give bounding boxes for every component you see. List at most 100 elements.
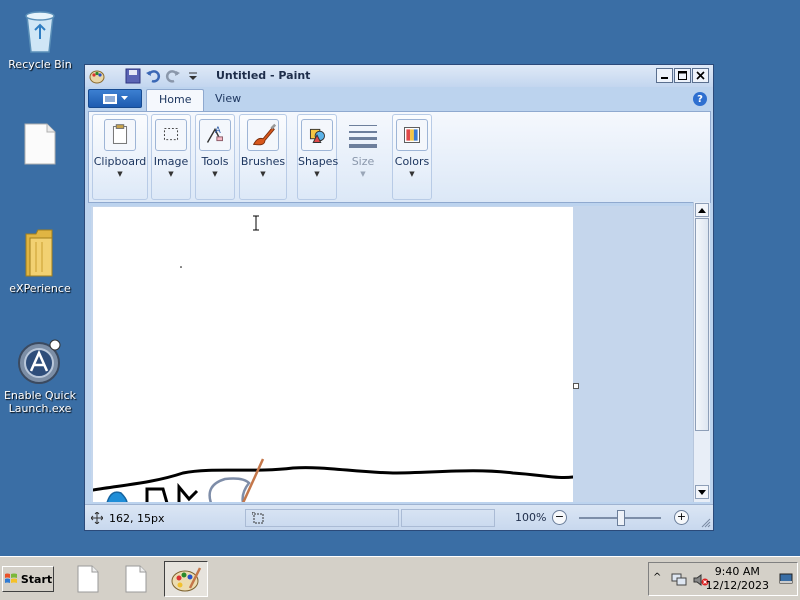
maximize-button[interactable] bbox=[674, 68, 691, 83]
chevron-down-icon: ▼ bbox=[409, 170, 415, 178]
network-icon[interactable] bbox=[671, 573, 687, 587]
chevron-down-icon: ▼ bbox=[212, 170, 218, 178]
taskbar-item-paint[interactable] bbox=[164, 561, 208, 597]
cursor-position: 162, 15px bbox=[109, 511, 165, 525]
qat-customize-icon[interactable] bbox=[185, 68, 201, 84]
paint-menu-button[interactable] bbox=[88, 89, 142, 108]
arrow-up-icon bbox=[698, 207, 706, 213]
move-cursor-icon bbox=[91, 512, 103, 524]
tray-expand-icon[interactable]: ^ bbox=[653, 572, 661, 583]
image-label: Image bbox=[153, 155, 189, 168]
svg-text:A: A bbox=[215, 125, 221, 135]
drawing-canvas[interactable] bbox=[91, 207, 575, 502]
windows-logo-icon bbox=[4, 573, 17, 583]
plus-icon: + bbox=[676, 510, 687, 523]
canvas-resize-handle[interactable] bbox=[573, 383, 579, 389]
close-icon bbox=[696, 71, 705, 80]
zoom-slider-thumb[interactable] bbox=[617, 510, 625, 526]
recycle-bin-icon bbox=[25, 11, 55, 53]
menu-lines-icon bbox=[102, 93, 117, 104]
clipboard-icon bbox=[104, 119, 136, 151]
select-icon bbox=[155, 119, 187, 151]
document-icon bbox=[125, 565, 147, 593]
canvas-drawing bbox=[91, 266, 575, 502]
brush-icon bbox=[247, 119, 279, 151]
taskbar: Start ^ 9:40 AM 12/12/2023 bbox=[0, 556, 800, 600]
minus-icon: − bbox=[554, 510, 565, 523]
colors-group[interactable]: Colors ▼ bbox=[392, 114, 432, 200]
close-button[interactable] bbox=[692, 68, 709, 83]
zoom-level: 100% bbox=[515, 511, 547, 524]
scroll-down-button[interactable] bbox=[695, 485, 709, 499]
vertical-scrollbar[interactable] bbox=[693, 202, 710, 502]
colors-icon bbox=[396, 119, 428, 151]
paint-app-icon[interactable] bbox=[89, 68, 105, 84]
scroll-thumb[interactable] bbox=[695, 218, 709, 431]
clock[interactable]: 9:40 AM 12/12/2023 bbox=[706, 565, 769, 593]
chevron-down-icon bbox=[120, 96, 128, 100]
status-bar: 162, 15px 100% − + bbox=[85, 504, 713, 530]
clipboard-group[interactable]: Clipboard ▼ bbox=[92, 114, 148, 200]
desktop-icon-recycle-bin[interactable]: Recycle Bin bbox=[0, 6, 80, 71]
clipboard-label: Clipboard bbox=[93, 155, 147, 168]
show-desktop-icon[interactable] bbox=[779, 573, 793, 585]
tools-label: Tools bbox=[201, 155, 229, 168]
size-icon bbox=[349, 125, 377, 148]
quick-access-toolbar bbox=[89, 68, 201, 84]
resize-grip-icon[interactable] bbox=[701, 518, 711, 528]
paint-app-icon bbox=[171, 567, 202, 592]
shapes-group[interactable]: Shapes ▼ bbox=[297, 114, 339, 200]
maximize-icon bbox=[678, 71, 687, 80]
help-icon: ? bbox=[697, 93, 703, 105]
size-label: Size bbox=[351, 155, 375, 168]
colors-label: Colors bbox=[394, 155, 430, 168]
tab-home[interactable]: Home bbox=[146, 89, 205, 111]
minimize-button[interactable] bbox=[656, 68, 673, 83]
redo-icon[interactable] bbox=[165, 68, 181, 84]
shapes-icon bbox=[301, 119, 333, 151]
taskbar-item-document-2[interactable] bbox=[114, 561, 158, 597]
start-button[interactable]: Start bbox=[2, 566, 54, 592]
chevron-down-icon: ▼ bbox=[168, 170, 174, 178]
quick-launch-label: Enable Quick Launch.exe bbox=[3, 389, 77, 415]
paint-window: Untitled - Paint Home View ? Clipboard ▼… bbox=[84, 64, 714, 531]
chevron-down-icon: ▼ bbox=[314, 170, 320, 178]
desktop-icon-enable-quick-launch[interactable]: Enable Quick Launch.exe bbox=[0, 339, 80, 415]
quick-launch-app-icon bbox=[18, 339, 61, 384]
minimize-icon bbox=[661, 77, 668, 79]
selection-size-cell bbox=[245, 509, 399, 527]
zoom-out-button[interactable]: − bbox=[552, 510, 567, 525]
window-title: Untitled - Paint bbox=[216, 69, 311, 82]
ribbon-tab-bar: Home View ? bbox=[85, 87, 713, 111]
brushes-group[interactable]: Brushes ▼ bbox=[239, 114, 287, 200]
desktop-icon-experience-folder[interactable]: eXPerience bbox=[0, 228, 80, 295]
scroll-up-button[interactable] bbox=[695, 203, 709, 217]
blank-file-icon bbox=[24, 123, 56, 165]
document-icon bbox=[77, 565, 99, 593]
recycle-bin-label: Recycle Bin bbox=[8, 58, 72, 71]
system-tray: ^ 9:40 AM 12/12/2023 bbox=[648, 562, 798, 596]
help-button[interactable]: ? bbox=[693, 92, 707, 106]
folder-icon bbox=[25, 229, 53, 277]
tools-icon: A bbox=[199, 119, 231, 151]
size-group[interactable]: Size ▼ bbox=[341, 114, 385, 200]
image-group[interactable]: Image ▼ bbox=[151, 114, 191, 200]
ribbon-home: Clipboard ▼ Image ▼ A Tools ▼ Brushes ▼ … bbox=[88, 111, 711, 203]
cursor-position-cell: 162, 15px bbox=[89, 509, 244, 527]
save-icon[interactable] bbox=[125, 68, 141, 84]
tab-view[interactable]: View bbox=[203, 89, 253, 111]
desktop-icon-file[interactable] bbox=[0, 122, 80, 170]
selection-size-icon bbox=[252, 512, 264, 524]
zoom-in-button[interactable]: + bbox=[674, 510, 689, 525]
text-cursor-icon bbox=[253, 215, 259, 231]
taskbar-item-document-1[interactable] bbox=[66, 561, 110, 597]
start-label: Start bbox=[20, 572, 53, 586]
image-size-cell bbox=[401, 509, 495, 527]
undo-icon[interactable] bbox=[145, 68, 161, 84]
title-bar[interactable]: Untitled - Paint bbox=[85, 65, 713, 87]
clock-date: 12/12/2023 bbox=[705, 579, 769, 592]
tools-group[interactable]: A Tools ▼ bbox=[195, 114, 235, 200]
shapes-label: Shapes bbox=[298, 155, 339, 168]
canvas-area[interactable] bbox=[91, 206, 698, 502]
clock-time: 9:40 AM bbox=[714, 565, 760, 578]
